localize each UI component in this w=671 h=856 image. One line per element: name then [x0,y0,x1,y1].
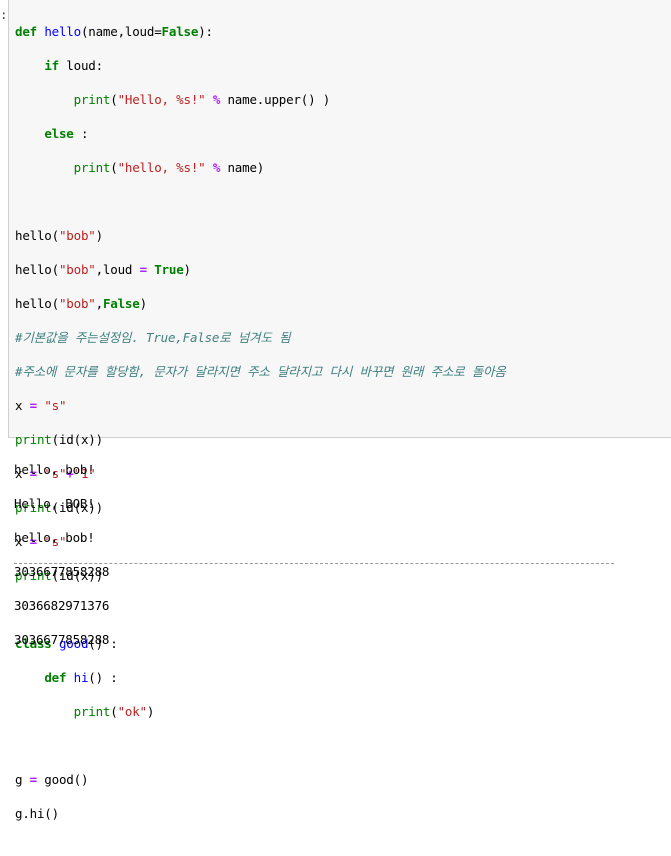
code-line: x = "s" [15,398,67,413]
cell-prompt-marker: : [0,7,8,22]
output-separator [14,563,614,564]
output-line: 3036677858288 [14,632,110,647]
cell-output: hello, bob! Hello, BOB! hello, bob! 3036… [14,444,109,665]
code-line: if loud: [44,58,103,73]
code-line: hello("bob",False) [15,296,147,311]
code-comment: #기본값을 주는설정임. True,False로 넘겨도 됨 [15,330,291,345]
code-line: else : [44,126,89,141]
code-line: g.hi() [15,806,59,821]
output-line: hello, bob! [14,462,95,477]
output-line: hello, bob! [14,530,95,545]
code-line: print("hello, %s!" % name) [73,160,265,175]
output-line: 3036682971376 [14,598,110,613]
code-cell-input[interactable]: def hello(name,loud=False): if loud: pri… [8,0,671,821]
code-editor[interactable]: def hello(name,loud=False): if loud: pri… [15,6,506,856]
code-line: print("Hello, %s!" % name.upper() ) [73,92,331,107]
code-line: g = good() [15,772,89,787]
code-line: print("ok") [73,704,155,719]
code-line: def hello(name,loud=False): [15,24,213,39]
code-comment: #주소에 문자를 할당함, 문자가 달라지면 주소 달라지고 다시 바꾸면 원래… [15,364,506,379]
code-line: hello("bob",loud = True) [15,262,191,277]
code-line: hello("bob") [15,228,103,243]
output-line: Hello, BOB! [14,496,95,511]
code-line: def hi() : [44,670,118,685]
